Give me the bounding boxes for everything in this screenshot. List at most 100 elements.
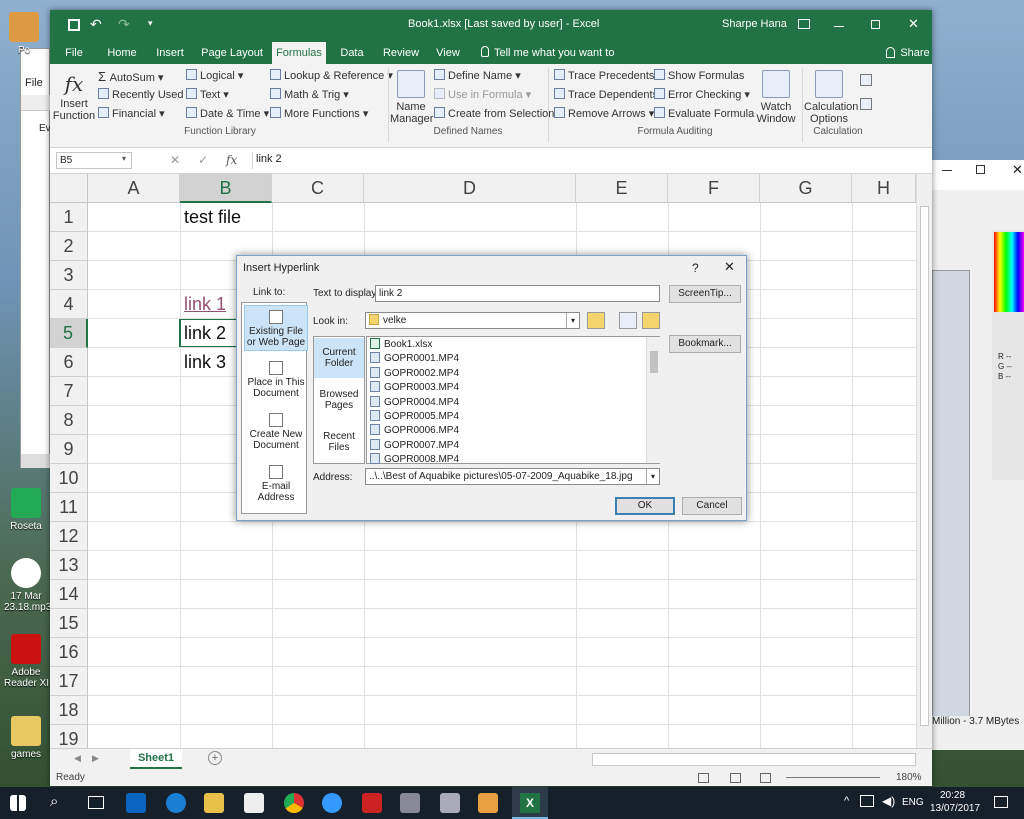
help-button[interactable]: ? bbox=[692, 261, 699, 275]
insert-function-button[interactable]: fx Insert Function bbox=[52, 70, 96, 122]
store-icon[interactable] bbox=[244, 793, 264, 813]
file-list-item[interactable]: GOPR0004.MP4 bbox=[370, 395, 459, 410]
define-name-button[interactable]: Define Name ▾ bbox=[434, 68, 521, 85]
internet-explorer-icon[interactable] bbox=[322, 793, 342, 813]
row-header-10[interactable]: 10 bbox=[50, 464, 88, 493]
chevron-down-icon[interactable]: ▾ bbox=[646, 469, 659, 484]
network-icon[interactable] bbox=[860, 795, 874, 807]
watch-window-button[interactable]: Watch Window bbox=[754, 70, 798, 125]
evaluate-formula-button[interactable]: Evaluate Formula bbox=[654, 106, 754, 123]
tray-chevron-up-icon[interactable]: ^ bbox=[844, 795, 849, 807]
tab-page-layout[interactable]: Page Layout bbox=[198, 42, 266, 64]
desktop-icon-po[interactable]: Po bbox=[2, 12, 46, 56]
row-header-16[interactable]: 16 bbox=[50, 638, 88, 667]
row-header-17[interactable]: 17 bbox=[50, 667, 88, 696]
close-icon[interactable]: ✕ bbox=[1012, 162, 1023, 178]
zoom-level[interactable]: 180% bbox=[896, 772, 922, 783]
screentip-button[interactable]: ScreenTip... bbox=[669, 285, 741, 303]
row-header-6[interactable]: 6 bbox=[50, 348, 88, 377]
normal-view-icon[interactable] bbox=[698, 773, 709, 783]
file-list-item[interactable]: GOPR0005.MP4 bbox=[370, 410, 459, 424]
row-header-19[interactable]: 19 bbox=[50, 725, 88, 748]
address-input[interactable]: ..\..\Best of Aquabike pictures\05-07-20… bbox=[365, 468, 660, 485]
bg-menu-file[interactable]: File bbox=[25, 77, 43, 89]
link-create-new-document[interactable]: Create New Document bbox=[244, 413, 308, 451]
show-formulas-button[interactable]: Show Formulas bbox=[654, 68, 744, 85]
desktop-icon-games[interactable]: games bbox=[4, 716, 48, 760]
paint-app-icon[interactable] bbox=[478, 793, 498, 813]
calculate-now-icon[interactable] bbox=[860, 74, 872, 86]
edge-icon[interactable] bbox=[166, 793, 186, 813]
more-functions-button[interactable]: More Functions ▾ bbox=[270, 106, 368, 123]
link-place-in-document[interactable]: Place in This Document bbox=[244, 361, 308, 399]
sheet-tab-sheet1[interactable]: Sheet1 bbox=[130, 749, 182, 769]
network-app-icon[interactable] bbox=[400, 793, 420, 813]
tab-formulas[interactable]: Formulas bbox=[272, 42, 326, 64]
row-header-15[interactable]: 15 bbox=[50, 609, 88, 638]
logical-button[interactable]: Logical ▾ bbox=[186, 68, 243, 85]
trace-dependents-button[interactable]: Trace Dependents bbox=[554, 87, 658, 104]
error-checking-button[interactable]: Error Checking ▾ bbox=[654, 87, 750, 104]
search-icon[interactable]: ⌕ bbox=[50, 793, 58, 810]
column-header-d[interactable]: D bbox=[364, 174, 576, 203]
confirm-entry-icon[interactable]: ✓ bbox=[198, 153, 208, 167]
share-button[interactable]: Share bbox=[900, 42, 930, 64]
file-list-item[interactable]: Book1.xlsx bbox=[370, 338, 432, 352]
name-box[interactable]: B5 bbox=[56, 152, 132, 169]
row-header-4[interactable]: 4 bbox=[50, 290, 88, 319]
column-header-c[interactable]: C bbox=[272, 174, 364, 203]
minimize-icon[interactable] bbox=[942, 170, 952, 171]
row-header-11[interactable]: 11 bbox=[50, 493, 88, 522]
row-header-14[interactable]: 14 bbox=[50, 580, 88, 609]
file-list-scrollbar[interactable] bbox=[646, 337, 660, 463]
row-header-9[interactable]: 9 bbox=[50, 435, 88, 464]
cancel-button[interactable]: Cancel bbox=[682, 497, 742, 515]
zoom-slider[interactable] bbox=[786, 777, 880, 778]
horizontal-scrollbar[interactable] bbox=[592, 753, 916, 766]
browse-file-icon[interactable] bbox=[642, 312, 660, 329]
cancel-entry-icon[interactable]: ✕ bbox=[170, 153, 180, 167]
trace-precedents-button[interactable]: Trace Precedents bbox=[554, 68, 654, 85]
page-break-view-icon[interactable] bbox=[760, 773, 771, 783]
bg-tree-item[interactable]: Ev bbox=[39, 123, 51, 134]
tell-me-search[interactable]: Tell me what you want to do bbox=[494, 42, 624, 81]
close-icon[interactable]: ✕ bbox=[724, 259, 735, 275]
link-email-address[interactable]: E-mail Address bbox=[244, 465, 308, 503]
cell-b4[interactable]: link 1 bbox=[180, 290, 226, 319]
file-list[interactable]: Book1.xlsx GOPR0001.MP4 GOPR0002.MP4 GOPR00… bbox=[366, 336, 660, 465]
column-header-a[interactable]: A bbox=[88, 174, 180, 203]
outlook-icon[interactable] bbox=[126, 793, 146, 813]
use-in-formula-button[interactable]: Use in Formula ▾ bbox=[434, 87, 531, 104]
formula-input[interactable]: link 2 bbox=[252, 152, 928, 169]
close-icon[interactable]: ✕ bbox=[908, 16, 919, 32]
row-header-7[interactable]: 7 bbox=[50, 377, 88, 406]
create-from-selection-button[interactable]: Create from Selection bbox=[434, 106, 554, 123]
nav-current-folder[interactable]: Current Folder bbox=[314, 338, 364, 378]
add-sheet-icon[interactable]: + bbox=[208, 751, 222, 765]
bookmark-button[interactable]: Bookmark... bbox=[669, 335, 741, 353]
select-all-corner[interactable] bbox=[50, 174, 88, 203]
column-header-h[interactable]: H bbox=[852, 174, 916, 203]
file-list-item[interactable]: GOPR0006.MP4 bbox=[370, 424, 459, 438]
user-name[interactable]: Sharpe Hana bbox=[722, 18, 787, 30]
media-app-icon[interactable] bbox=[362, 793, 382, 813]
save-icon[interactable] bbox=[68, 19, 80, 31]
language-indicator[interactable]: ENG bbox=[902, 797, 924, 808]
ok-button[interactable]: OK bbox=[615, 497, 675, 515]
tab-insert[interactable]: Insert bbox=[150, 42, 190, 64]
tab-file[interactable]: File bbox=[60, 42, 88, 64]
row-header-13[interactable]: 13 bbox=[50, 551, 88, 580]
nav-recent-files[interactable]: Recent Files bbox=[314, 431, 364, 453]
tab-view[interactable]: View bbox=[430, 42, 466, 64]
chevron-down-icon[interactable]: ▾ bbox=[122, 154, 126, 163]
notifications-icon[interactable] bbox=[994, 796, 1008, 808]
up-folder-icon[interactable] bbox=[587, 312, 605, 329]
clock-time[interactable]: 20:28 bbox=[940, 790, 965, 801]
tab-review[interactable]: Review bbox=[380, 42, 422, 64]
tab-data[interactable]: Data bbox=[334, 42, 370, 64]
column-header-e[interactable]: E bbox=[576, 174, 668, 203]
browse-web-icon[interactable] bbox=[619, 312, 637, 329]
cell-b6[interactable]: link 3 bbox=[180, 348, 226, 377]
file-list-item[interactable]: GOPR0003.MP4 bbox=[370, 381, 459, 395]
file-list-item[interactable]: GOPR0001.MP4 bbox=[370, 352, 459, 366]
